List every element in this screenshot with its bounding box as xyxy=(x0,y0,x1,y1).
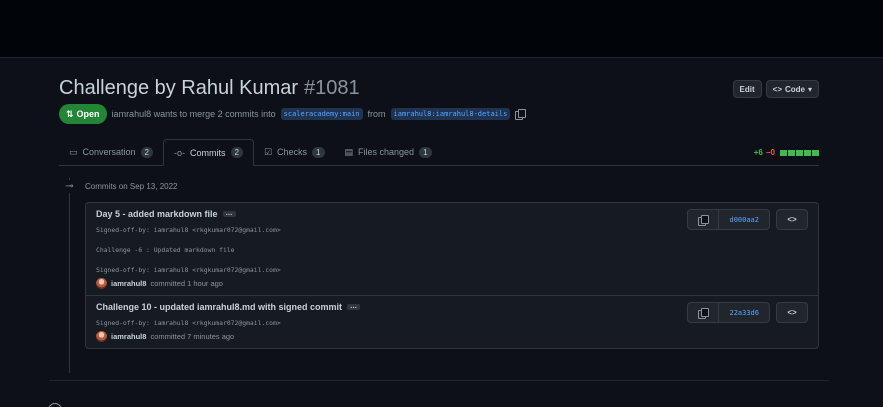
copy-icon xyxy=(698,307,710,319)
commit-author[interactable]: iamrahul8 xyxy=(111,332,146,341)
avatar[interactable] xyxy=(96,331,107,342)
divider xyxy=(49,380,829,381)
sha-link[interactable]: d000aa2 xyxy=(718,210,769,229)
commit-sha: d000aa2 xyxy=(729,215,759,224)
file-diff-icon: ▤ xyxy=(344,146,354,157)
expand-message-button[interactable]: … xyxy=(222,210,236,217)
commit-message-body: Signed-off-by: iamrahul8 <rkgkumar072@gm… xyxy=(96,225,808,275)
expand-message-button[interactable]: … xyxy=(347,303,361,310)
commit-body-line: Challenge -6 : Updated markdown file xyxy=(96,246,235,254)
tab-count: 1 xyxy=(312,146,325,158)
comment-icon: ▭ xyxy=(69,146,78,157)
pr-title-row: Challenge by Rahul Kumar #1081 xyxy=(59,77,819,100)
edit-button[interactable]: Edit xyxy=(732,80,762,98)
tab-files-changed[interactable]: ▤ Files changed 1 xyxy=(335,139,442,165)
commit-body-line: Signed-off-by: iamrahul8 <rkgkumar072@gm… xyxy=(96,266,281,274)
browse-repo-button[interactable]: <> xyxy=(776,302,808,323)
copy-icon[interactable] xyxy=(515,109,527,120)
pr-number: #1081 xyxy=(304,77,360,99)
commit-title-link[interactable]: Day 5 - added markdown file xyxy=(96,209,218,219)
top-navigation-bar xyxy=(0,0,883,58)
from-text: from xyxy=(367,109,386,119)
timeline-line xyxy=(69,178,70,373)
commit-icon: ⊸ xyxy=(63,180,76,193)
deletions-count: −0 xyxy=(765,148,775,157)
commit-author-row: iamrahul8 committed 7 minutes ago xyxy=(96,331,808,342)
additions-count: +6 xyxy=(753,148,763,157)
code-icon: <> xyxy=(787,308,797,317)
diffstat-block xyxy=(788,149,795,156)
checklist-icon: ☑ xyxy=(263,146,273,157)
merge-text: wants to merge 2 commits into xyxy=(153,109,276,119)
copy-sha-button[interactable] xyxy=(688,303,718,322)
pull-request-icon: ⇅ xyxy=(66,108,74,119)
code-icon: <> xyxy=(772,84,782,94)
diffstat-block xyxy=(812,149,819,156)
list-item: Day 5 - added markdown file … Signed-off… xyxy=(86,203,818,295)
commit-time: committed 7 minutes ago xyxy=(150,332,235,341)
avatar xyxy=(48,403,62,407)
commit-author-row: iamrahul8 committed 1 hour ago xyxy=(96,278,808,289)
pr-title: Challenge by Rahul Kumar xyxy=(59,77,299,99)
pr-tabs: ▭ Conversation 2 -o- Commits 2 ☑ Checks … xyxy=(59,139,819,166)
commits-date-header: ⊸ Commits on Sep 13, 2022 xyxy=(63,180,178,193)
diffstat: +6 −0 xyxy=(754,148,819,157)
commit-icon: -o- xyxy=(174,147,185,158)
caret-down-icon: ▾ xyxy=(807,84,812,94)
head-branch[interactable]: iamrahul8:iamrahul8-details xyxy=(390,108,511,120)
tab-label: Conversation xyxy=(82,147,136,157)
header-actions: Edit <> Code ▾ xyxy=(732,80,819,98)
commit-author[interactable]: iamrahul8 xyxy=(111,279,146,288)
copy-icon xyxy=(698,214,710,226)
diffstat-block xyxy=(780,149,787,156)
commit-actions: d000aa2 <> xyxy=(687,209,808,230)
base-branch[interactable]: scaleracademy:main xyxy=(280,108,363,120)
tab-count: 2 xyxy=(230,147,243,158)
code-icon: <> xyxy=(787,215,797,224)
edit-button-label: Edit xyxy=(739,84,755,94)
status-badge: ⇅ Open xyxy=(59,104,107,124)
commits-date-label: Commits on Sep 13, 2022 xyxy=(85,182,178,191)
tab-label: Commits xyxy=(190,147,226,158)
commit-title-link[interactable]: Challenge 10 - updated iamrahul8.md with… xyxy=(96,302,342,312)
code-button[interactable]: <> Code ▾ xyxy=(765,80,819,98)
commit-actions: 22a33d6 <> xyxy=(687,302,808,323)
sha-link[interactable]: 22a33d6 xyxy=(718,303,769,322)
commit-time: committed 1 hour ago xyxy=(150,279,223,288)
tab-count: 2 xyxy=(140,146,153,158)
status-label: Open xyxy=(76,109,100,119)
copy-sha-button[interactable] xyxy=(688,210,718,229)
sha-button-group: d000aa2 xyxy=(687,209,770,230)
diffstat-block xyxy=(804,149,811,156)
tab-conversation[interactable]: ▭ Conversation 2 xyxy=(59,139,163,165)
list-item: Challenge 10 - updated iamrahul8.md with… xyxy=(86,295,818,348)
avatar[interactable] xyxy=(96,278,107,289)
pr-header: Challenge by Rahul Kumar #1081 Edit <> C… xyxy=(59,77,819,100)
commit-sha: 22a33d6 xyxy=(729,308,759,317)
tab-label: Checks xyxy=(277,147,308,157)
code-button-label: Code xyxy=(784,84,805,94)
diffstat-block xyxy=(796,149,803,156)
tab-label: Files changed xyxy=(358,147,415,157)
diffstat-blocks xyxy=(780,149,819,156)
pr-meta: ⇅ Open iamrahul8 wants to merge 2 commit… xyxy=(59,104,527,124)
tab-commits[interactable]: -o- Commits 2 xyxy=(163,139,254,166)
tab-count: 1 xyxy=(419,146,432,158)
tab-checks[interactable]: ☑ Checks 1 xyxy=(254,139,335,165)
author-link[interactable]: iamrahul8 xyxy=(112,109,152,119)
browse-repo-button[interactable]: <> xyxy=(776,209,808,230)
commit-list: Day 5 - added markdown file … Signed-off… xyxy=(85,202,819,349)
sha-button-group: 22a33d6 xyxy=(687,302,770,323)
